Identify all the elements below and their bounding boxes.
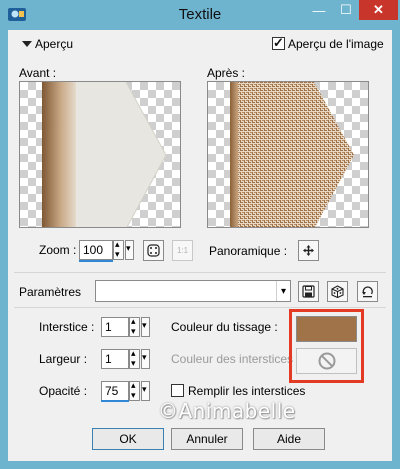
presets-label: Paramètres [19,285,82,299]
watermark: ©Animabelle [158,399,296,423]
zoom-spinner[interactable] [113,239,124,260]
pan-move-icon[interactable] [298,240,319,261]
opacity-dropdown-arrow[interactable] [141,381,150,401]
weave-color-swatch[interactable] [296,316,357,342]
pan-label: Panoramique : [209,244,288,258]
section-divider [14,272,386,273]
help-button[interactable]: Aide [253,428,325,450]
width-input[interactable]: 1 [101,349,129,369]
cancel-button[interactable]: Annuler [171,428,243,450]
zoom-actual-size-icon[interactable]: 1:1 [172,240,193,261]
before-preview-image [42,82,167,227]
interstice-spinner[interactable] [129,316,140,337]
interstice-label: Interstice : [39,320,95,334]
zoom-dropdown-arrow[interactable] [125,240,134,260]
zoom-input[interactable]: 100 [79,240,113,260]
dialog-body: Aperçu Aperçu de l'image Avant : Après : [8,30,392,461]
zoom-label: Zoom : [39,243,77,257]
maximize-icon[interactable]: ☐ [333,0,359,20]
section-divider-2 [14,307,386,308]
fill-gaps-label[interactable]: Remplir les interstices [188,384,305,398]
presets-dropdown-icon[interactable]: ▾ [276,281,290,301]
zoom-fit-icon[interactable] [143,240,164,261]
width-spinner[interactable] [129,348,140,369]
show-preview-checkbox[interactable] [272,35,285,51]
after-preview[interactable] [207,81,369,228]
collapse-triangle-icon[interactable] [22,41,32,47]
fill-gaps-checkbox[interactable] [171,384,184,397]
opacity-spinner[interactable] [129,380,140,401]
presets-combo[interactable]: ▾ [95,280,291,302]
close-icon[interactable]: ✕ [359,0,398,20]
gap-color-label: Couleur des interstices [171,352,294,366]
after-label: Après : [207,66,246,80]
opacity-slider-indicator[interactable] [101,400,129,402]
zoom-slider-indicator[interactable] [79,260,113,262]
save-preset-icon[interactable] [298,281,319,302]
interstice-dropdown-arrow[interactable] [141,317,150,337]
width-label: Largeur : [39,352,88,366]
before-label: Avant : [19,66,57,80]
gap-color-swatch[interactable] [296,348,357,374]
title-bar: Textile — ☐ ✕ [0,0,400,30]
before-preview[interactable] [19,81,181,228]
preview-header[interactable]: Aperçu [35,37,73,51]
interstice-input[interactable]: 1 [101,317,129,337]
opacity-input[interactable]: 75 [101,381,129,401]
random-preset-icon[interactable] [327,281,348,302]
after-preview-image [230,82,354,227]
weave-color-label: Couleur du tissage : [171,320,278,334]
opacity-label: Opacité : [39,384,88,398]
width-dropdown-arrow[interactable] [141,349,150,369]
reset-preset-icon[interactable] [357,281,378,302]
minimize-icon[interactable]: — [305,0,333,20]
ok-button[interactable]: OK [92,428,164,450]
show-preview-label[interactable]: Aperçu de l'image [288,37,384,51]
no-color-icon [318,352,335,370]
